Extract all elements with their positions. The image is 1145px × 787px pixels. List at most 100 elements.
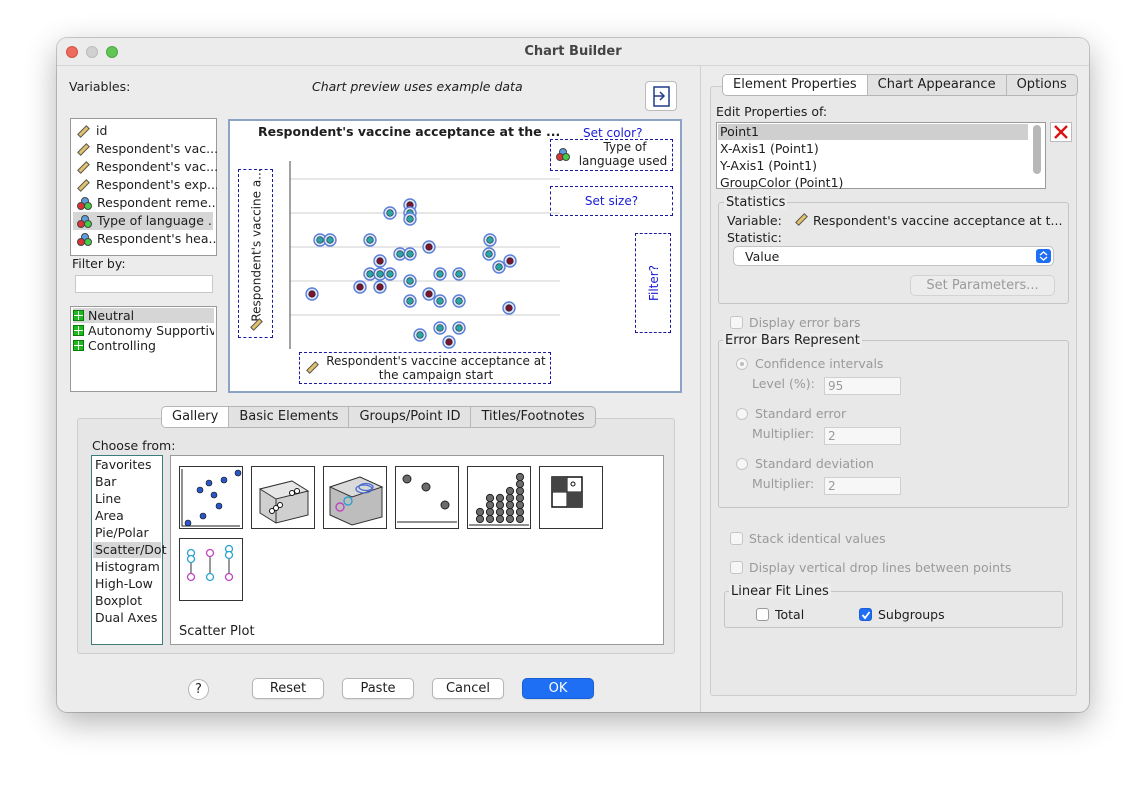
confidence-intervals-radio[interactable] [736,358,748,370]
linear-fit-title: Linear Fit Lines [729,584,831,599]
category-item[interactable]: Neutral [73,308,214,323]
example-point [502,301,516,315]
total-checkbox[interactable] [756,608,769,621]
chart-type-item[interactable]: Favorites [93,457,161,473]
variable-list[interactable]: id Respondent's vac... Respondent's vac...… [70,118,217,256]
error-bars-title: Error Bars Represent [723,333,862,348]
variable-item[interactable]: Respondent's vac... [77,158,217,176]
chart-type-item[interactable]: Boxplot [93,593,161,609]
statistic-value: Value [745,249,780,264]
tab-groups-point-id[interactable]: Groups/Point ID [349,407,472,427]
variable-item[interactable]: Respondent reme... [77,194,217,212]
ok-button[interactable]: OK [522,678,594,699]
set-parameters-button[interactable]: Set Parameters... [910,275,1055,296]
tab-chart-appearance[interactable]: Chart Appearance [868,75,1007,95]
gallery-simple-scatter[interactable] [179,466,243,529]
example-point [452,294,466,308]
filter-field[interactable] [75,275,213,293]
nominal-icon [77,214,92,229]
sd-multiplier-field[interactable]: 2 [824,477,901,495]
category-item[interactable]: Controlling [73,338,214,353]
standard-deviation-label: Standard deviation [755,456,874,471]
example-point [363,233,377,247]
x-axis-drop-zone[interactable]: Respondent's vaccine acceptance at the c… [299,352,551,384]
properties-tabs: Element Properties Chart Appearance Opti… [722,74,1078,96]
variable-item[interactable]: Type of language ... [73,212,213,230]
chart-type-item[interactable]: High-Low [93,576,161,592]
gallery-scatterplot-matrix[interactable] [539,466,603,529]
stack-identical-checkbox[interactable] [730,532,743,545]
example-point [483,233,497,247]
tab-element-properties[interactable]: Element Properties [723,75,868,95]
category-item[interactable]: Autonomy Supportive [73,323,214,338]
element-item[interactable]: GroupColor (Point1) [718,175,1028,191]
se-multiplier-field[interactable]: 2 [824,427,901,445]
dot-plot-icon [469,472,529,526]
variable-item[interactable]: id [77,122,217,140]
tab-gallery[interactable]: Gallery [162,407,230,427]
chart-type-item[interactable]: Area [93,508,161,524]
chart-type-item[interactable]: Pie/Polar [93,525,161,541]
x-axis-label-line2: the campaign start [378,368,494,382]
element-item[interactable]: Y-Axis1 (Point1) [718,158,1028,174]
help-button[interactable]: ? [188,679,209,700]
level-field[interactable]: 95 [824,377,901,395]
gallery-grouped-scatter[interactable] [323,466,387,529]
example-point [433,267,447,281]
select-arrows-icon [1036,249,1051,263]
chart-type-item[interactable]: Dual Axes [93,610,161,626]
gallery-3d-scatter[interactable] [251,466,315,529]
variable-value: Respondent's vaccine acceptance at t... [813,213,1063,228]
chart-type-item[interactable]: Scatter/Dot [93,542,166,558]
drop-lines-checkbox[interactable] [730,561,743,574]
title-bar: Chart Builder [57,38,1089,66]
error-bars-checkbox[interactable] [730,316,743,329]
element-item[interactable]: Point1 [718,124,1028,140]
statistic-label: Statistic: [727,230,782,245]
example-point [433,294,447,308]
list-scrollbar[interactable] [1033,125,1041,174]
standard-error-radio[interactable] [736,408,748,420]
sidebar-toggle-button[interactable] [645,81,677,111]
chart-type-item[interactable]: Line [93,491,161,507]
choose-from-label: Choose from: [92,438,176,453]
statistics-title: Statistics [724,195,788,210]
variable-item[interactable]: Respondent's exp... [77,176,217,194]
display-error-bars-label: Display error bars [749,315,861,330]
example-point [492,260,506,274]
chart-builder-window: Chart Builder Variables: Chart preview u… [57,38,1089,712]
subgroups-checkbox[interactable] [859,608,872,621]
chart-type-item[interactable]: Histogram [93,559,161,575]
scale-icon [77,179,90,192]
statistic-select[interactable]: Value [733,246,1054,266]
variable-label: Respondent's vac... [96,159,217,174]
confidence-intervals-label: Confidence intervals [755,356,884,371]
paste-button[interactable]: Paste [342,678,414,699]
level-label: Level (%): [752,376,815,391]
gallery-summary-point[interactable] [395,466,459,529]
variable-label: Variable: [727,213,782,228]
example-point [353,280,367,294]
nominal-icon [77,232,92,247]
chart-type-item[interactable]: Bar [93,474,161,490]
example-point [403,212,417,226]
cancel-button[interactable]: Cancel [432,678,504,699]
drop-lines-label: Display vertical drop lines between poin… [749,560,1012,575]
tab-options[interactable]: Options [1007,75,1077,95]
tab-basic-elements[interactable]: Basic Elements [229,407,350,427]
reset-button[interactable]: Reset [252,678,324,699]
element-item[interactable]: X-Axis1 (Point1) [718,141,1028,157]
tab-titles-footnotes[interactable]: Titles/Footnotes [471,407,594,427]
gallery-dot-plot[interactable] [467,466,531,529]
delete-element-button[interactable] [1050,122,1072,142]
category-list[interactable]: Neutral Autonomy Supportive Controlling [70,306,217,392]
element-list[interactable]: Point1 X-Axis1 (Point1) Y-Axis1 (Point1) Gr… [716,122,1046,191]
chart-gallery[interactable]: Scatter Plot [170,455,664,645]
chart-canvas[interactable]: Respondent's vaccine acceptance at the .… [228,119,682,393]
standard-deviation-radio[interactable] [736,458,748,470]
variable-item[interactable]: Respondent's hea... [77,230,217,248]
chart-type-list[interactable]: Favorites Bar Line Area Pie/Polar Scatter/Dot… [91,455,166,645]
gallery-drop-line[interactable] [179,538,243,601]
variable-item[interactable]: Respondent's vac... [77,140,217,158]
category-label: Autonomy Supportive [88,323,214,338]
